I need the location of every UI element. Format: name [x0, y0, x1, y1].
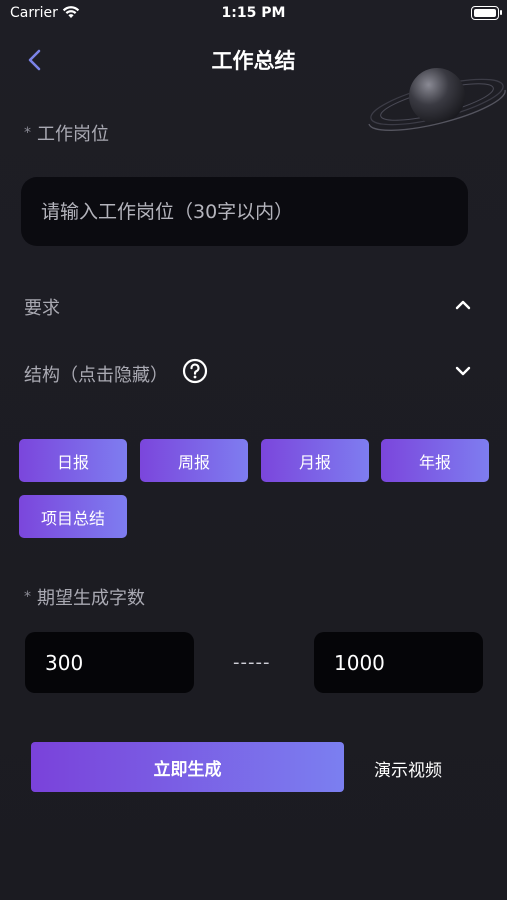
- planet-decoration-icon: [368, 68, 506, 131]
- word-count-label-text: 期望生成字数: [37, 588, 145, 609]
- type-button-daily[interactable]: 日报: [19, 439, 127, 482]
- requirements-label: 要求: [24, 298, 60, 319]
- battery-icon: [471, 6, 502, 20]
- required-mark: *: [24, 125, 31, 141]
- screen: Carrier 1:15 PM 工作总结 *工作岗位 要求: [0, 0, 507, 900]
- chevron-up-icon[interactable]: [454, 296, 472, 314]
- min-words-input[interactable]: 300: [25, 632, 194, 693]
- structure-label[interactable]: 结构（点击隐藏）: [24, 361, 168, 387]
- generate-button[interactable]: 立即生成: [31, 742, 344, 792]
- type-button-project[interactable]: 项目总结: [19, 495, 127, 538]
- range-separator: -----: [233, 652, 271, 673]
- chevron-down-icon[interactable]: [454, 362, 472, 380]
- help-icon[interactable]: [182, 358, 208, 384]
- max-words-input[interactable]: 1000: [314, 632, 483, 693]
- type-button-yearly[interactable]: 年报: [381, 439, 489, 482]
- job-label: * 工作岗位: [24, 120, 109, 146]
- demo-video-link[interactable]: 演示视频: [374, 756, 442, 781]
- required-mark: *: [24, 589, 31, 605]
- type-button-weekly[interactable]: 周报: [140, 439, 248, 482]
- type-button-monthly[interactable]: 月报: [261, 439, 369, 482]
- job-position-input[interactable]: [21, 177, 468, 246]
- word-count-label: * 期望生成字数: [24, 584, 145, 610]
- status-bar: Carrier 1:15 PM: [0, 0, 507, 28]
- clock: 1:15 PM: [221, 5, 286, 21]
- job-label-text: 工作岗位: [37, 124, 109, 145]
